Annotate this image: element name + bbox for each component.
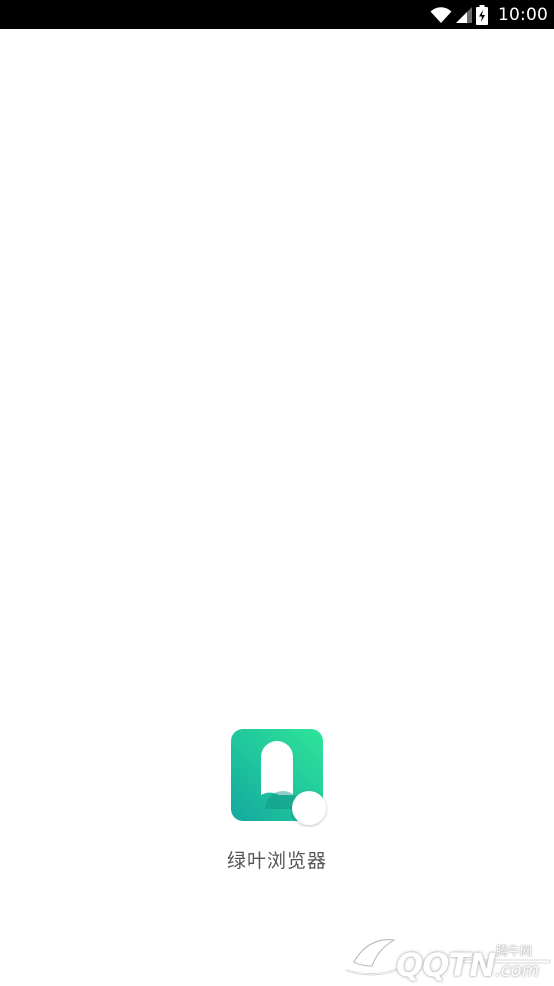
app-name: 绿叶浏览器 (226, 850, 327, 872)
signal-icon (456, 6, 472, 23)
watermark-suffix: .com (495, 960, 540, 981)
status-icons: 10:00 (430, 0, 548, 29)
wifi-icon (430, 6, 452, 24)
watermark-main: QQTN (396, 946, 496, 984)
battery-charging-icon (476, 4, 488, 25)
watermark-text: QQTN.com (396, 946, 539, 984)
status-clock: 10:00 (498, 4, 548, 25)
splash-screen: 10:00 绿叶浏览器 腾牛网 QQTN.com (0, 0, 554, 986)
status-bar: 10:00 (0, 0, 554, 29)
app-logo-icon (231, 729, 329, 827)
